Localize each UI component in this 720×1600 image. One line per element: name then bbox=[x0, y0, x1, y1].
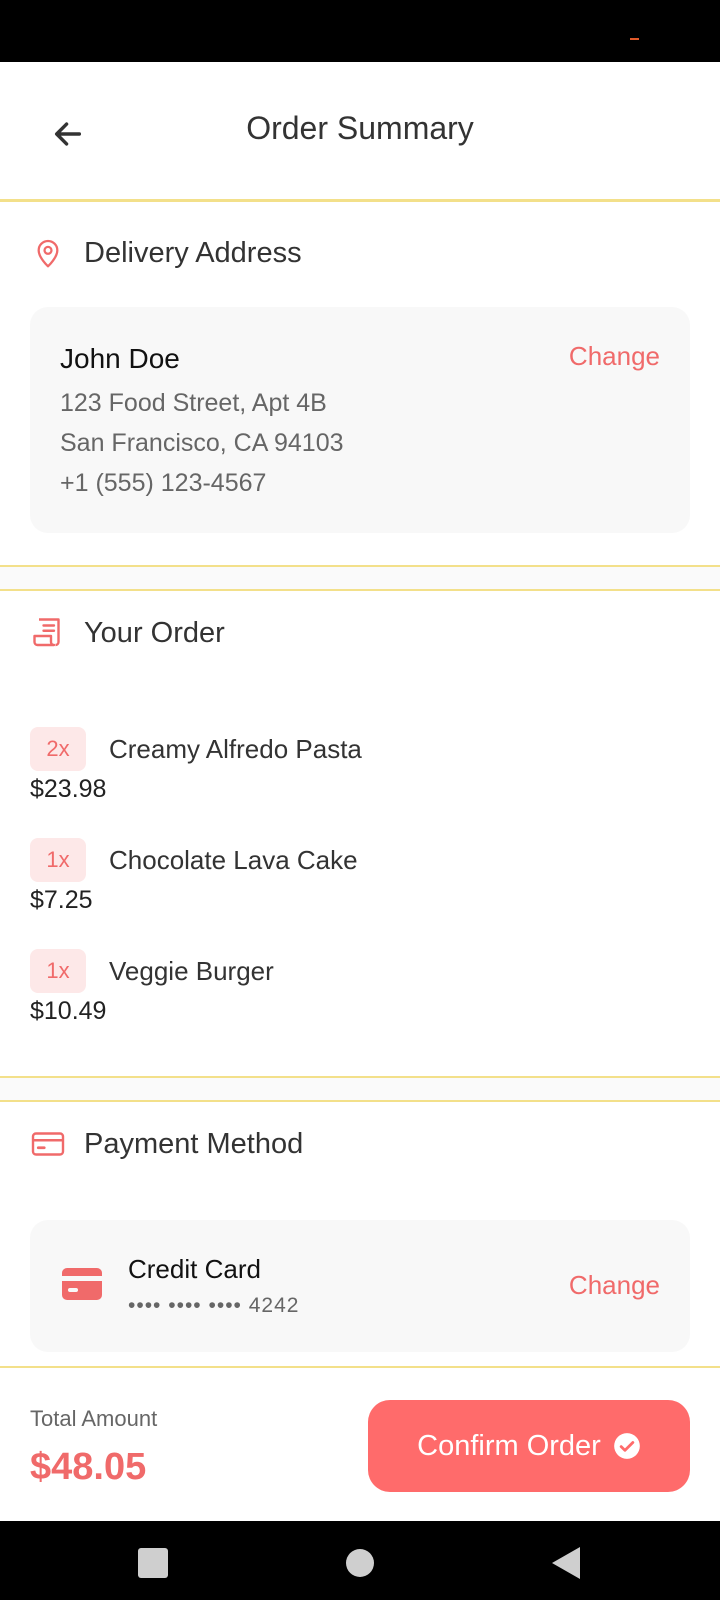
item-name: Veggie Burger bbox=[109, 956, 274, 986]
total-label: Total Amount bbox=[30, 1406, 158, 1431]
item-price: $10.49 bbox=[30, 997, 107, 1025]
order-item: 2x Creamy Alfredo Pasta $23.98 bbox=[30, 727, 690, 817]
payment-section: Payment Method Credit Card •••• •••• •••… bbox=[0, 1102, 720, 1366]
total-amount: $48.05 bbox=[30, 1446, 147, 1488]
payment-title: Payment Method bbox=[84, 1127, 304, 1160]
confirm-order-label: Confirm Order bbox=[417, 1429, 601, 1462]
page-title: Order Summary bbox=[246, 110, 474, 146]
address-card: John Doe 123 Food Street, Apt 4B San Fra… bbox=[30, 307, 690, 533]
order-section: Your Order 2x Creamy Alfredo Pasta $23.9… bbox=[0, 591, 720, 1076]
payment-card: Credit Card •••• •••• •••• 4242 Change bbox=[30, 1220, 690, 1352]
checkout-bar: Total Amount $48.05 Confirm Order bbox=[0, 1366, 720, 1521]
app-header: Order Summary bbox=[0, 62, 720, 202]
recipient-name: John Doe bbox=[60, 343, 180, 374]
order-item: 1x Veggie Burger $10.49 bbox=[30, 949, 690, 1039]
receipt-icon bbox=[33, 618, 60, 647]
section-divider bbox=[0, 565, 720, 591]
item-price: $7.25 bbox=[30, 886, 93, 914]
section-divider bbox=[0, 1076, 720, 1102]
item-name: Chocolate Lava Cake bbox=[109, 845, 358, 875]
status-bar bbox=[0, 0, 720, 62]
back-nav-icon[interactable] bbox=[546, 1543, 586, 1583]
address-line-city: San Francisco, CA 94103 bbox=[60, 429, 344, 457]
delivery-section: Delivery Address John Doe 123 Food Stree… bbox=[0, 205, 720, 565]
location-pin-icon bbox=[37, 239, 59, 268]
item-price: $23.98 bbox=[30, 775, 107, 803]
order-title: Your Order bbox=[84, 616, 225, 649]
address-line-phone: +1 (555) 123-4567 bbox=[60, 469, 267, 497]
check-circle-icon bbox=[614, 1433, 640, 1459]
delivery-title: Delivery Address bbox=[84, 236, 302, 269]
order-item: 1x Chocolate Lava Cake $7.25 bbox=[30, 838, 690, 928]
item-name: Creamy Alfredo Pasta bbox=[109, 734, 362, 764]
delivery-header: Delivery Address bbox=[30, 235, 302, 271]
credit-card-icon bbox=[31, 1132, 65, 1156]
payment-method-name: Credit Card bbox=[128, 1254, 261, 1284]
order-header: Your Order bbox=[30, 615, 225, 651]
change-address-link[interactable]: Change bbox=[569, 341, 660, 372]
change-payment-link[interactable]: Change bbox=[569, 1270, 660, 1301]
card-number: •••• •••• •••• 4242 bbox=[128, 1294, 300, 1317]
quantity-badge: 2x bbox=[30, 727, 86, 771]
payment-header: Payment Method bbox=[30, 1126, 303, 1162]
home-icon[interactable] bbox=[340, 1543, 380, 1583]
confirm-order-button[interactable]: Confirm Order bbox=[368, 1400, 690, 1492]
system-nav-bar bbox=[0, 1521, 720, 1600]
address-line-street: 123 Food Street, Apt 4B bbox=[60, 389, 327, 417]
quantity-badge: 1x bbox=[30, 838, 86, 882]
recent-apps-icon[interactable] bbox=[133, 1543, 173, 1583]
quantity-badge: 1x bbox=[30, 949, 86, 993]
notification-indicator bbox=[630, 38, 639, 40]
credit-card-icon bbox=[62, 1268, 102, 1300]
